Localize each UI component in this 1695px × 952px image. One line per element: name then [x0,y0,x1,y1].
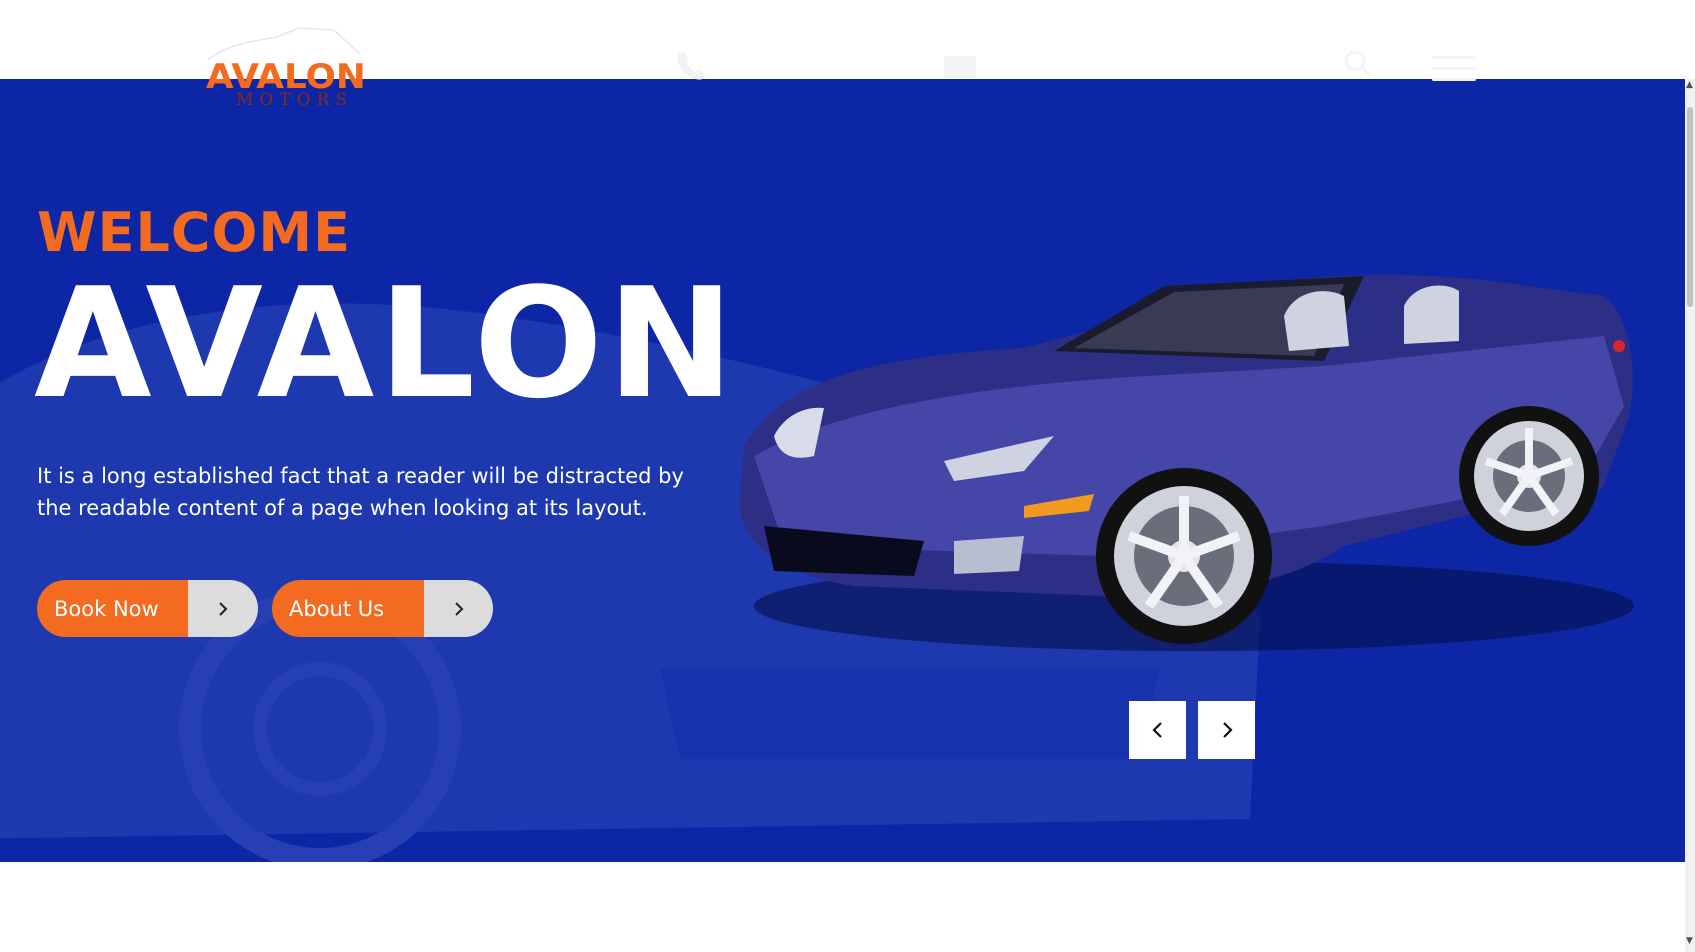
slider-prev-button[interactable] [1129,701,1186,759]
search-icon[interactable] [1340,48,1376,82]
logo-brand: AVALON [206,57,366,97]
chevron-right-icon [424,580,493,637]
phone-icon[interactable] [674,48,710,82]
hero-title: AVALON [34,255,739,432]
welcome-heading: WELCOME [37,201,352,264]
chevron-right-icon [1222,722,1233,738]
book-now-label: Book Now [37,580,188,637]
scroll-up-icon[interactable]: ▲ [1686,80,1693,90]
scrollbar[interactable] [1685,79,1695,952]
hero-section: WELCOME AVALON It is a long established … [0,79,1685,862]
logo-subtitle: MOTORS [236,90,354,110]
slider-next-button[interactable] [1198,701,1255,759]
sports-car-image [739,274,1634,651]
scroll-down-icon[interactable]: ▼ [1686,936,1693,946]
mail-icon[interactable] [940,48,980,82]
book-now-button[interactable]: Book Now [37,580,258,637]
about-us-button[interactable]: About Us [272,580,493,637]
scrollbar-thumb[interactable] [1687,107,1693,307]
logo[interactable]: AVALON MOTORS [196,24,376,110]
hero-description: It is a long established fact that a rea… [37,464,684,520]
menu-icon[interactable] [1432,48,1476,82]
page: WELCOME AVALON It is a long established … [0,0,1695,952]
chevron-right-icon [188,580,258,637]
chevron-left-icon [1151,722,1162,738]
about-us-label: About Us [272,580,424,637]
